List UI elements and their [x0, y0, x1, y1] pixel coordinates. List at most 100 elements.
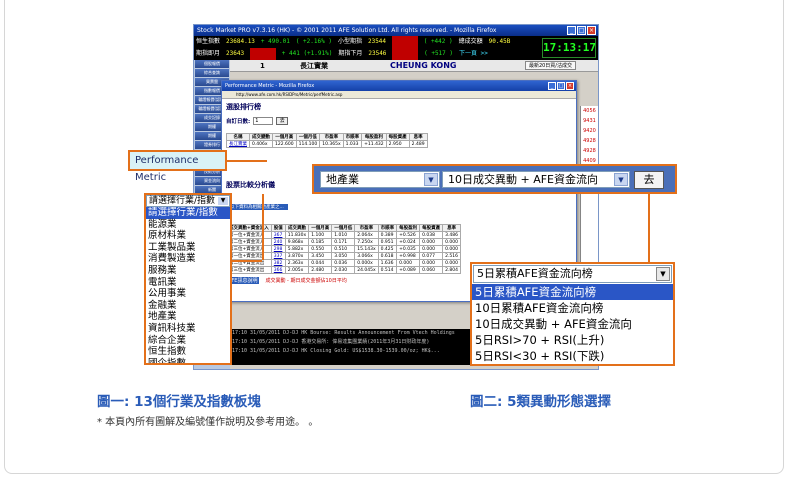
table-cell: 0.510 — [331, 245, 356, 253]
table-cell: 11.830x — [284, 231, 310, 239]
chevron-down-icon[interactable]: ▼ — [656, 267, 670, 281]
sector-option[interactable]: 資訊科技業 — [146, 323, 230, 335]
disclaimer-note: * 本頁內所有圖解及編號僅作說明及參考用途。 。 — [97, 417, 319, 428]
custom-days-label: 自訂日數: — [226, 119, 251, 125]
sector-dropdown[interactable]: 請選擇行業/指數 ▼ 請選擇行業/指數 能源業 原材料業 工業製品業 消費製造業 服務業電… — [144, 193, 232, 365]
table-cell: 2.030 — [331, 266, 356, 274]
sector-option[interactable]: 金融業 — [146, 300, 230, 312]
ticker-pct: ( +2.16% ) — [295, 38, 332, 45]
table-cell: 0.038 — [419, 231, 444, 239]
table-cell: +0.024 — [396, 238, 421, 246]
stock-code: 1 — [260, 62, 265, 70]
sector-option[interactable]: 電訊業 — [146, 277, 230, 289]
table-cell[interactable]: 337 — [270, 252, 286, 260]
custom-days-input[interactable]: 1 — [253, 117, 274, 125]
table-cell: +0.998 — [396, 252, 421, 260]
table-cell: 0.425 — [377, 245, 398, 253]
table-cell: 0.951 — [377, 238, 398, 246]
table-cell: 0.000 — [442, 245, 462, 253]
stock-header: 1 長江實業 CHEUNG KONG 最新20日買/沽成交 — [230, 60, 598, 72]
ticker-change: + 441 (+1.91%) — [281, 50, 333, 57]
pattern-filter-select[interactable]: 10日成交異動 + AFE資金流向 ▼ — [442, 171, 630, 188]
table-cell[interactable]: 366 — [270, 266, 286, 274]
perf-titlebar: Performance Metric - Mozilla Firefox _ □… — [222, 81, 576, 91]
column-header: 股值 — [270, 224, 286, 232]
column-header: 每股資產 — [385, 133, 410, 141]
table-cell[interactable]: 382 — [270, 259, 286, 267]
pattern-option[interactable]: 5日RSI<30 + RSI(下跌) — [472, 348, 673, 364]
close-icon[interactable]: × — [587, 26, 596, 35]
sector-option[interactable]: 恒生指數 — [146, 346, 230, 358]
sector-filter-select[interactable]: 地產業 ▼ — [320, 171, 440, 188]
table-cell: 0.389 — [377, 231, 398, 239]
table-cell: 1.636 — [377, 259, 398, 267]
pattern-dropdown[interactable]: 5日累積AFE資金流向榜 ▼ 5日累積AFE資金流向榜 10日累積AFE資金流向榜… — [470, 262, 675, 366]
table-cell: 2.480 — [308, 266, 333, 274]
table-cell[interactable]: 367 — [270, 231, 286, 239]
maximize-icon[interactable]: □ — [577, 26, 586, 35]
table-cell: 0.000 — [419, 259, 444, 267]
sector-option[interactable]: 公用事業 — [146, 288, 230, 300]
pattern-select[interactable]: 5日累積AFE資金流向榜 ▼ — [473, 265, 672, 283]
table-cell: 3.486 — [442, 231, 462, 239]
sector-option[interactable]: 消費製造業 — [146, 253, 230, 265]
sector-option[interactable]: 工業製品業 — [146, 242, 230, 254]
table-cell[interactable]: 長江實業 — [226, 140, 250, 148]
column-header: 市盈率 — [354, 224, 379, 232]
column-header: 息率 — [442, 224, 462, 232]
nav-item[interactable]: 個股報價 — [195, 60, 229, 68]
table-cell[interactable]: 298 — [270, 245, 286, 253]
sector-option[interactable]: 綜合企業 — [146, 335, 230, 347]
chevron-down-icon[interactable]: ▼ — [424, 173, 438, 186]
ticker-change: ( +442 ) — [423, 38, 453, 45]
footer-note: 成交異動 - 期日成交金額佔10日平均 — [265, 278, 347, 284]
filter-go-button[interactable]: 去 — [634, 171, 664, 189]
address-bar[interactable]: http://www.afe.com.hk/RSIDPro/Metric/per… — [222, 91, 576, 99]
table-cell: 0.000 — [419, 238, 444, 246]
perf-title: Performance Metric - Mozilla Firefox — [225, 83, 315, 89]
sector-option[interactable]: 服務業 — [146, 265, 230, 277]
chevron-down-icon[interactable]: ▼ — [614, 173, 628, 186]
column-header: 一個月低 — [331, 224, 356, 232]
connector-line — [648, 192, 650, 264]
pattern-option[interactable]: 5日累積AFE資金流向榜 — [472, 284, 673, 300]
close-icon[interactable]: × — [566, 82, 574, 90]
custom-days-go-button[interactable]: 去 — [276, 117, 289, 125]
sector-option[interactable]: 地產業 — [146, 311, 230, 323]
pattern-option[interactable]: 10日累積AFE資金流向榜 — [472, 300, 673, 316]
sector-option[interactable]: 請選擇行業/指數 — [146, 207, 230, 219]
pattern-option[interactable]: 10日成交異動 + AFE資金流向 — [472, 316, 673, 332]
ticker-label: 期指即月 — [196, 50, 221, 57]
trade-history-button[interactable]: 最新20日買/沽成交 — [524, 61, 576, 70]
table-cell: 0.077 — [419, 252, 444, 260]
ticker-label: 小型期指 — [337, 38, 362, 45]
next-page-link[interactable]: 下一頁 >> — [459, 48, 488, 60]
sector-option[interactable]: 原材料業 — [146, 230, 230, 242]
sector-option[interactable]: 國企指數 — [146, 358, 230, 363]
connector-line — [262, 194, 264, 260]
performance-metric-label: Performance Metric — [128, 150, 227, 183]
ticker-highlight — [392, 48, 419, 60]
pattern-option[interactable]: 5日RSI>70 + RSI(上升) — [472, 332, 673, 348]
table-cell: 0.618 — [377, 252, 398, 260]
chevron-down-icon[interactable]: ▼ — [218, 197, 228, 205]
table-cell: 0.514 — [377, 266, 398, 274]
table-cell: 15.143x — [354, 245, 379, 253]
maximize-icon[interactable]: □ — [557, 82, 565, 90]
sector-select[interactable]: 請選擇行業/指數 ▼ — [146, 195, 230, 207]
table-row: 第三位+資金流出 366 2.005x 2.480 2.030 24.045x 0.514 +… — [226, 266, 462, 274]
nav-item[interactable]: 綜合查詢 — [195, 69, 229, 77]
sector-filter-value: 地產業 — [326, 173, 359, 186]
minimize-icon[interactable]: _ — [548, 82, 556, 90]
app-titlebar: Stock Market PRO v7.3.16 (HK) - © 2001 2… — [194, 25, 598, 36]
sector-option[interactable]: 能源業 — [146, 219, 230, 231]
table-cell[interactable]: 240 — [270, 238, 286, 246]
column-header: 每股盈利 — [396, 224, 421, 232]
table-cell: 0.060 — [419, 266, 444, 274]
ticker-change: ( +517 ) — [424, 50, 454, 57]
column-header: 市盈率 — [319, 133, 344, 141]
minimize-icon[interactable]: _ — [567, 26, 576, 35]
column-header: 成交變動 — [249, 133, 273, 141]
table-cell: 第三位+資金流入 — [226, 245, 272, 253]
stock-eng-name: CHEUNG KONG — [390, 61, 457, 70]
